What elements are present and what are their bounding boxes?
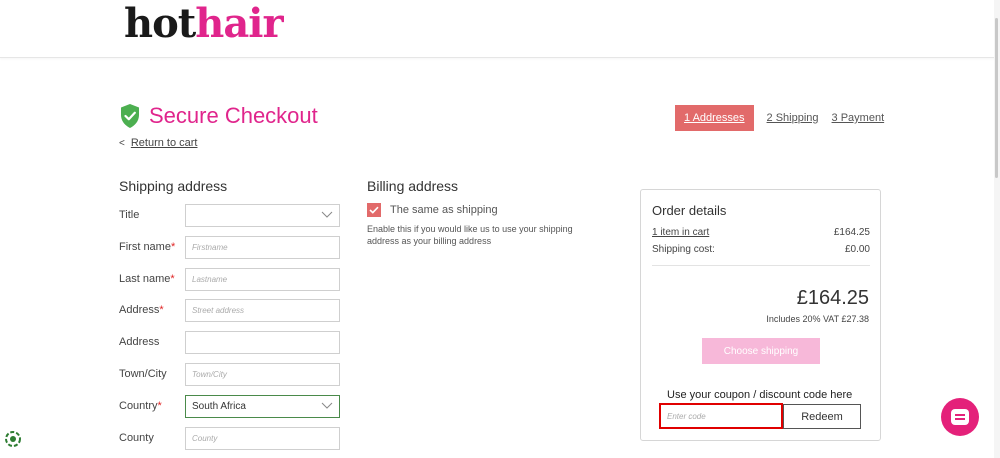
redeem-button[interactable]: Redeem (783, 404, 861, 429)
town-city-field[interactable]: Town/City (185, 362, 340, 386)
country-select[interactable]: South Africa (185, 394, 340, 418)
shipping-address-heading: Shipping address (119, 178, 228, 194)
shipping-cost-value: £0.00 (844, 244, 870, 255)
items-row: 1 item in cart £164.25 (652, 227, 870, 238)
checkout-steps: 1 Addresses 2 Shipping 3 Payment (675, 105, 897, 131)
county-row: County County (119, 426, 344, 450)
address-label-text: Address (119, 304, 160, 316)
town-city-label: Town/City (119, 368, 185, 380)
checkout-title-row: Secure Checkout (119, 103, 318, 129)
choose-shipping-button[interactable]: Choose shipping (702, 338, 820, 364)
chevron-left-icon: < (119, 138, 125, 149)
first-name-label: First name* (119, 241, 185, 253)
same-as-shipping-label: The same as shipping (390, 204, 498, 216)
title-row: Title (119, 203, 344, 227)
same-as-shipping-checkbox[interactable] (367, 203, 381, 217)
checkmark-icon (369, 206, 379, 214)
title-select[interactable] (185, 203, 340, 227)
hothair-logo[interactable]: hothair (124, 0, 284, 47)
county-label: County (119, 432, 185, 444)
address-2-row: Address (119, 330, 344, 354)
country-row: Country* South Africa (119, 394, 344, 418)
shipping-cost-row: Shipping cost: £0.00 (652, 244, 870, 255)
address-2-label: Address (119, 336, 185, 348)
town-city-row: Town/City Town/City (119, 362, 344, 386)
chevron-down-icon (321, 211, 333, 218)
billing-note: Enable this if you would like us to use … (367, 224, 573, 246)
street-address-field[interactable]: Street address (185, 298, 340, 322)
address-2-field[interactable] (185, 330, 340, 354)
divider (652, 265, 870, 266)
first-name-label-text: First name (119, 241, 171, 253)
town-city-label-text: Town/City (119, 368, 167, 380)
title-label: Title (119, 209, 185, 221)
chevron-down-icon (321, 402, 333, 409)
last-name-field[interactable]: Lastname (185, 267, 340, 291)
step-addresses[interactable]: 1 Addresses (675, 105, 754, 131)
first-name-field[interactable]: Firstname (185, 235, 340, 259)
step-shipping[interactable]: 2 Shipping (767, 112, 819, 124)
last-name-label-text: Last name (119, 273, 171, 285)
step-payment[interactable]: 3 Payment (832, 112, 885, 124)
chat-button[interactable] (941, 398, 979, 436)
page-title: Secure Checkout (149, 103, 318, 128)
last-name-row: Last name* Lastname (119, 267, 344, 291)
address-label: Address* (119, 304, 185, 316)
site-header: hothair (0, 0, 1000, 58)
first-name-row: First name* Firstname (119, 235, 344, 259)
scrollbar-thumb[interactable] (995, 18, 998, 178)
same-as-shipping-toggle[interactable]: The same as shipping (367, 203, 498, 217)
order-details-panel: Order details 1 item in cart £164.25 Shi… (640, 189, 881, 441)
shipping-cost-label: Shipping cost: (652, 244, 715, 255)
country-label-text: Country (119, 400, 158, 412)
required-mark: * (170, 273, 175, 285)
vat-note: Includes 20% VAT £27.38 (766, 314, 869, 324)
address-2-label-text: Address (119, 336, 160, 348)
coupon-label: Use your coupon / discount code here (667, 389, 853, 401)
order-details-title: Order details (652, 203, 727, 218)
title-label-text: Title (119, 209, 140, 221)
return-to-cart-label: Return to cart (130, 137, 198, 149)
county-field[interactable]: County (185, 426, 340, 450)
logo-hair: hair (195, 0, 283, 47)
chat-icon (951, 409, 969, 425)
items-value: £164.25 (833, 227, 870, 238)
return-to-cart-link[interactable]: < Return to cart (119, 137, 197, 149)
county-label-text: County (119, 432, 154, 444)
billing-address-heading: Billing address (367, 178, 459, 194)
order-total: £164.25 (796, 287, 869, 309)
country-select-value: South Africa (192, 400, 246, 412)
last-name-label: Last name* (119, 273, 185, 285)
coupon-code-input[interactable]: Enter code (659, 403, 783, 429)
country-label: Country* (119, 400, 185, 412)
required-mark: * (157, 400, 162, 412)
accessibility-icon[interactable] (4, 430, 22, 448)
required-mark: * (170, 241, 176, 253)
page-scrollbar[interactable] (994, 0, 1000, 458)
shield-check-icon (121, 104, 139, 128)
items-in-cart-link[interactable]: 1 item in cart (652, 227, 709, 238)
address-row: Address* Street address (119, 298, 344, 322)
required-mark: * (159, 304, 164, 316)
logo-hot: hot (124, 0, 196, 47)
